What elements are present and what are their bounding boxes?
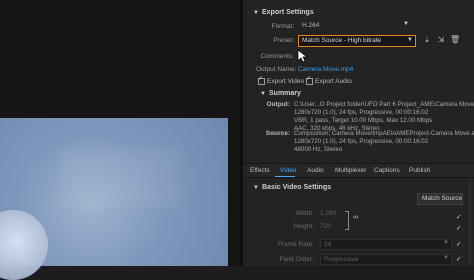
chevron-down-icon: ▼	[443, 255, 449, 261]
scrollbar[interactable]	[468, 178, 472, 264]
chevron-down-icon: ▼	[443, 240, 449, 246]
chevron-down-icon: ▼	[407, 37, 413, 43]
frame-rate-checkbox-icon[interactable]: ✓	[456, 240, 461, 248]
summary-source-line: 1280x720 (1.0), 24 fps, Progressive, 00:…	[294, 138, 429, 145]
active-tab-underline	[275, 176, 295, 177]
frame-rate-value: 24	[324, 241, 332, 248]
preset-dropdown[interactable]: Match Source - High bitrate ▼	[298, 35, 416, 47]
format-value: H.264	[302, 22, 320, 29]
export-audio-label: Export Audio	[315, 78, 352, 86]
height-checkbox-icon[interactable]: ✓	[456, 224, 461, 232]
height-label: Height:	[293, 223, 314, 230]
field-order-dropdown[interactable]: Progressive ▼	[320, 254, 452, 265]
summary-output-block: C:\User...O Project folder\UFO Part 6 Pr…	[294, 101, 474, 133]
chain-link-icon[interactable]: ∞	[353, 214, 358, 221]
tab-publish[interactable]: Publish	[409, 167, 430, 174]
summary-source-label: Source:	[265, 130, 290, 137]
export-audio-checkbox[interactable]: Export Audio	[306, 75, 352, 86]
checkbox-checked-icon	[306, 75, 313, 85]
comments-field[interactable]	[298, 51, 458, 60]
summary-output-line: C:\User...O Project folder\UFO Part 6 Pr…	[294, 101, 474, 108]
summary-output-label: Output:	[266, 101, 290, 108]
collapse-triangle-icon[interactable]: ▼	[260, 91, 266, 97]
width-label: Width:	[295, 210, 314, 217]
cursor-arrow-icon	[297, 49, 307, 63]
summary-source-line: Composition, Camera Move/tmpAEtoAMEProje…	[294, 130, 474, 137]
tab-multiplexer[interactable]: Multiplexer	[335, 167, 366, 174]
match-source-button[interactable]: Match Source	[417, 193, 463, 205]
match-source-label: Match Source	[422, 195, 463, 202]
width-field[interactable]: 1,280	[320, 210, 336, 217]
height-field[interactable]: 720	[320, 223, 331, 230]
tab-video[interactable]: Video	[280, 167, 297, 174]
tab-effects[interactable]: Effects	[250, 167, 270, 174]
export-settings-header: Export Settings	[262, 9, 314, 16]
output-name-label: Output Name:	[256, 66, 297, 73]
tab-captions[interactable]: Captions	[374, 167, 400, 174]
summary-source-line: 48000 Hz, Stereo	[294, 146, 343, 153]
chevron-down-icon: ▼	[403, 21, 409, 27]
field-order-value: Progressive	[324, 256, 359, 263]
basic-video-settings-header: Basic Video Settings	[262, 184, 332, 191]
comments-label: Comments:	[260, 53, 294, 60]
image-texture	[60, 148, 180, 208]
summary-output-line: VBR, 1 pass, Target 10.00 Mbps, Max 12.0…	[294, 117, 433, 124]
summary-header: Summary	[269, 90, 301, 97]
source-preview-image	[0, 118, 228, 280]
collapse-triangle-icon[interactable]: ▼	[253, 185, 259, 191]
export-video-label: Export Video	[267, 78, 305, 86]
frame-rate-dropdown[interactable]: 24 ▼	[320, 239, 452, 250]
summary-source-block: Composition, Camera Move/tmpAEtoAMEProje…	[294, 130, 474, 154]
output-name-link[interactable]: Camera Move.mp4	[298, 66, 353, 73]
preset-label: Preset:	[273, 37, 294, 44]
frame-rate-label: Frame Rate:	[277, 241, 314, 248]
field-order-checkbox-icon[interactable]: ✓	[456, 255, 461, 263]
delete-preset-icon[interactable]: 🗑	[450, 35, 460, 45]
tab-audio[interactable]: Audio	[307, 167, 324, 174]
export-video-checkbox[interactable]: Export Video	[258, 75, 305, 86]
save-preset-icon[interactable]: ⤓	[422, 35, 432, 45]
moon-shape	[0, 210, 48, 280]
collapse-triangle-icon[interactable]: ▼	[253, 10, 259, 16]
import-preset-icon[interactable]: ⇲	[436, 35, 446, 45]
format-dropdown[interactable]: H.264 ▼	[298, 21, 411, 30]
preset-value: Match Source - High bitrate	[302, 37, 382, 44]
summary-output-line: 1280x720 (1.0), 24 fps, Progressive, 00:…	[294, 109, 429, 116]
checkbox-checked-icon	[258, 75, 265, 85]
format-label: Format:	[271, 23, 294, 30]
width-checkbox-icon[interactable]: ✓	[456, 213, 461, 221]
field-order-label: Field Order:	[279, 256, 314, 263]
aspect-bracket	[345, 211, 349, 230]
